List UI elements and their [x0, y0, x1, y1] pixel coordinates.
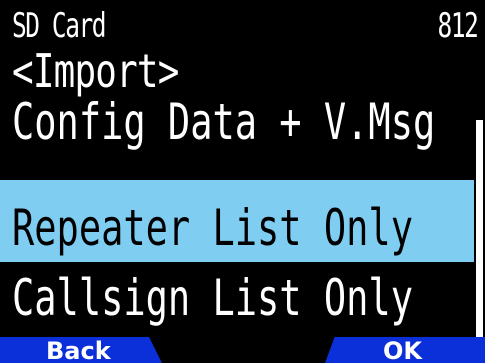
menu-number: 812: [437, 6, 478, 46]
back-softkey[interactable]: Back: [0, 337, 162, 363]
menu-item-config-data[interactable]: Config Data + V.Msg: [0, 90, 474, 162]
menu-item-label: Config Data + V.Msg: [12, 93, 436, 151]
scrollbar[interactable]: [476, 120, 483, 348]
ok-softkey[interactable]: OK: [325, 337, 485, 363]
radio-display: SD Card 812 <Import> Config Data + V.Msg…: [0, 0, 485, 363]
back-softkey-label: Back: [46, 337, 111, 363]
menu-item-repeater-list[interactable]: Repeater List Only: [0, 180, 474, 262]
menu-item-callsign-list[interactable]: Callsign List Only: [0, 262, 474, 328]
menu-item-label: Repeater List Only: [12, 199, 413, 257]
ok-softkey-label: OK: [383, 337, 422, 363]
menu-item-label: Callsign List Only: [12, 269, 413, 327]
status-title: SD Card: [12, 6, 107, 46]
